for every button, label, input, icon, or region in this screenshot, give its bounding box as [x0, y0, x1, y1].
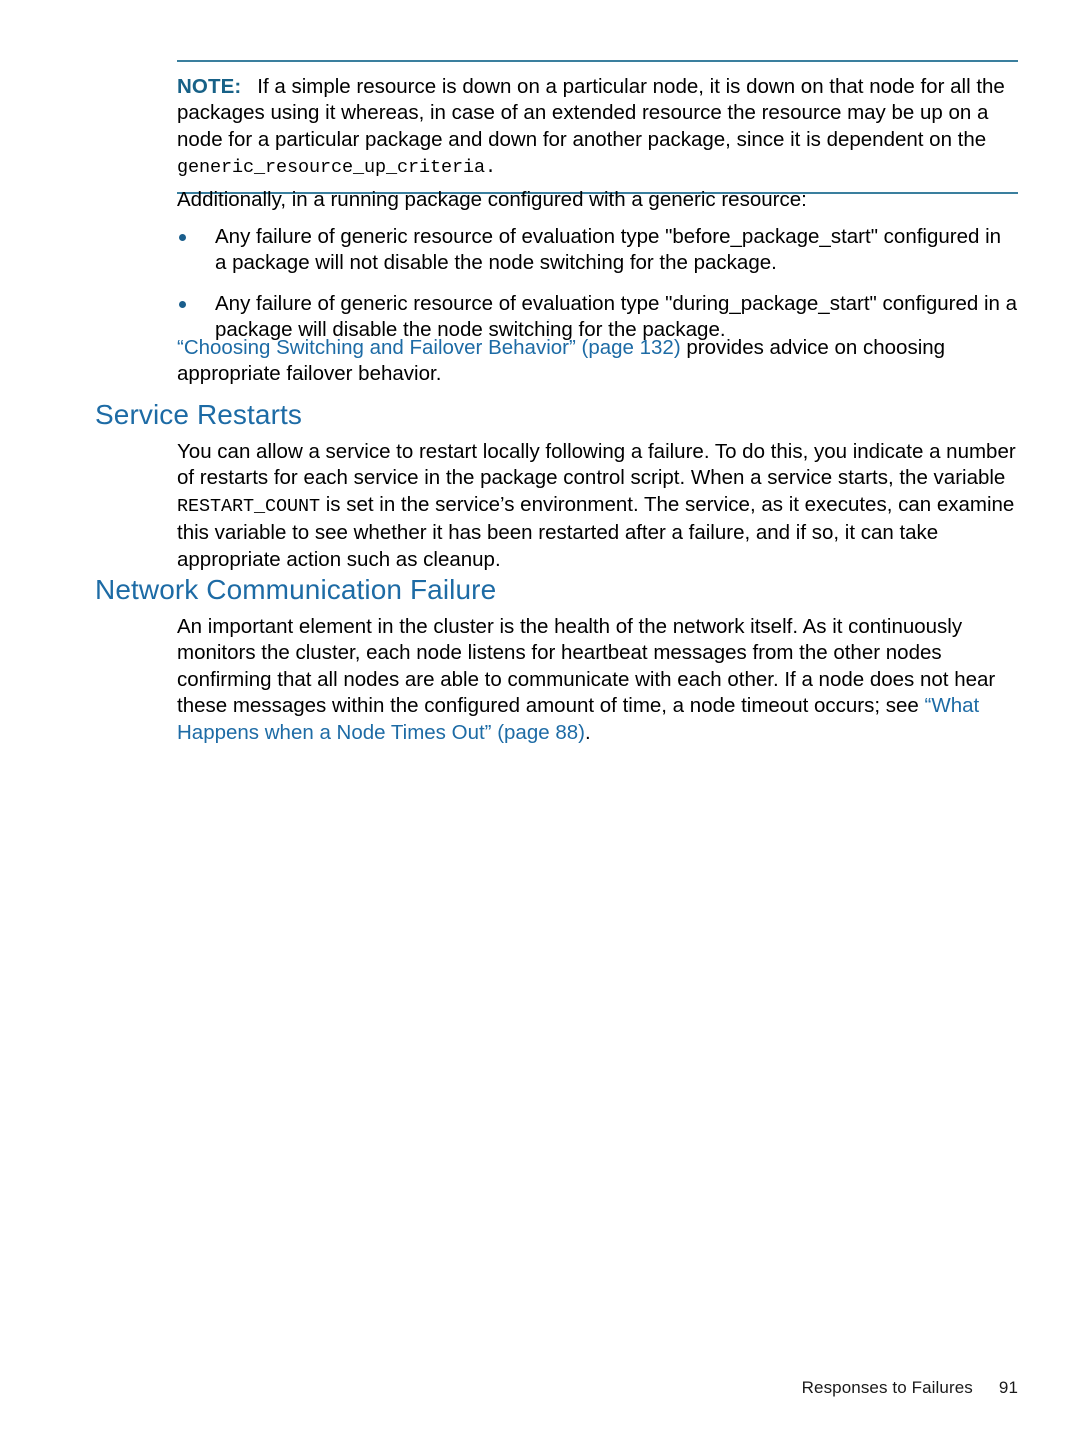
list-item-label: Any failure of generic resource of evalu…: [215, 291, 1018, 342]
bullet-dot-icon: [179, 300, 186, 308]
service-restarts-text-part1: You can allow a service to restart local…: [177, 440, 1016, 490]
heading-network-communication-failure: Network Communication Failure: [95, 574, 497, 605]
note-label: NOTE:: [177, 75, 242, 98]
bullet-dot-icon: [179, 234, 186, 241]
restart-count-code: RESTART_COUNT: [177, 495, 321, 517]
document-page: NOTE: If a simple resource is down on a p…: [0, 0, 1080, 1438]
page-footer: Responses to Failures 91: [0, 1378, 1018, 1398]
intro-paragraph: Additionally, in a running package confi…: [177, 188, 807, 211]
note-code-term: generic_resource_up_criteria.: [177, 157, 497, 179]
heading-service-restarts: Service Restarts: [95, 399, 302, 430]
crossref-paragraph: “Choosing Switching and Failover Behavio…: [177, 335, 1018, 388]
list-item: Any failure of generic resource of evalu…: [177, 224, 1018, 277]
note-admonition: NOTE: If a simple resource is down on a p…: [177, 60, 1018, 194]
network-failure-text-part2: .: [584, 720, 591, 744]
note-text: If a simple resource is down on a partic…: [177, 75, 1005, 151]
service-restarts-paragraph: You can allow a service to restart local…: [177, 439, 1018, 573]
network-failure-text-part1: An important element in the cluster is t…: [177, 615, 996, 718]
footer-page-number: 91: [998, 1378, 1018, 1397]
list-item-label: Any failure of generic resource of evalu…: [215, 225, 1002, 275]
link-choosing-switching-and-failover-behavior[interactable]: “Choosing Switching and Failover Behavio…: [177, 336, 681, 359]
note-body: NOTE: If a simple resource is down on a p…: [177, 62, 1018, 192]
footer-section-title: Responses to Failures: [801, 1378, 973, 1397]
network-failure-paragraph: An important element in the cluster is t…: [177, 614, 1018, 746]
